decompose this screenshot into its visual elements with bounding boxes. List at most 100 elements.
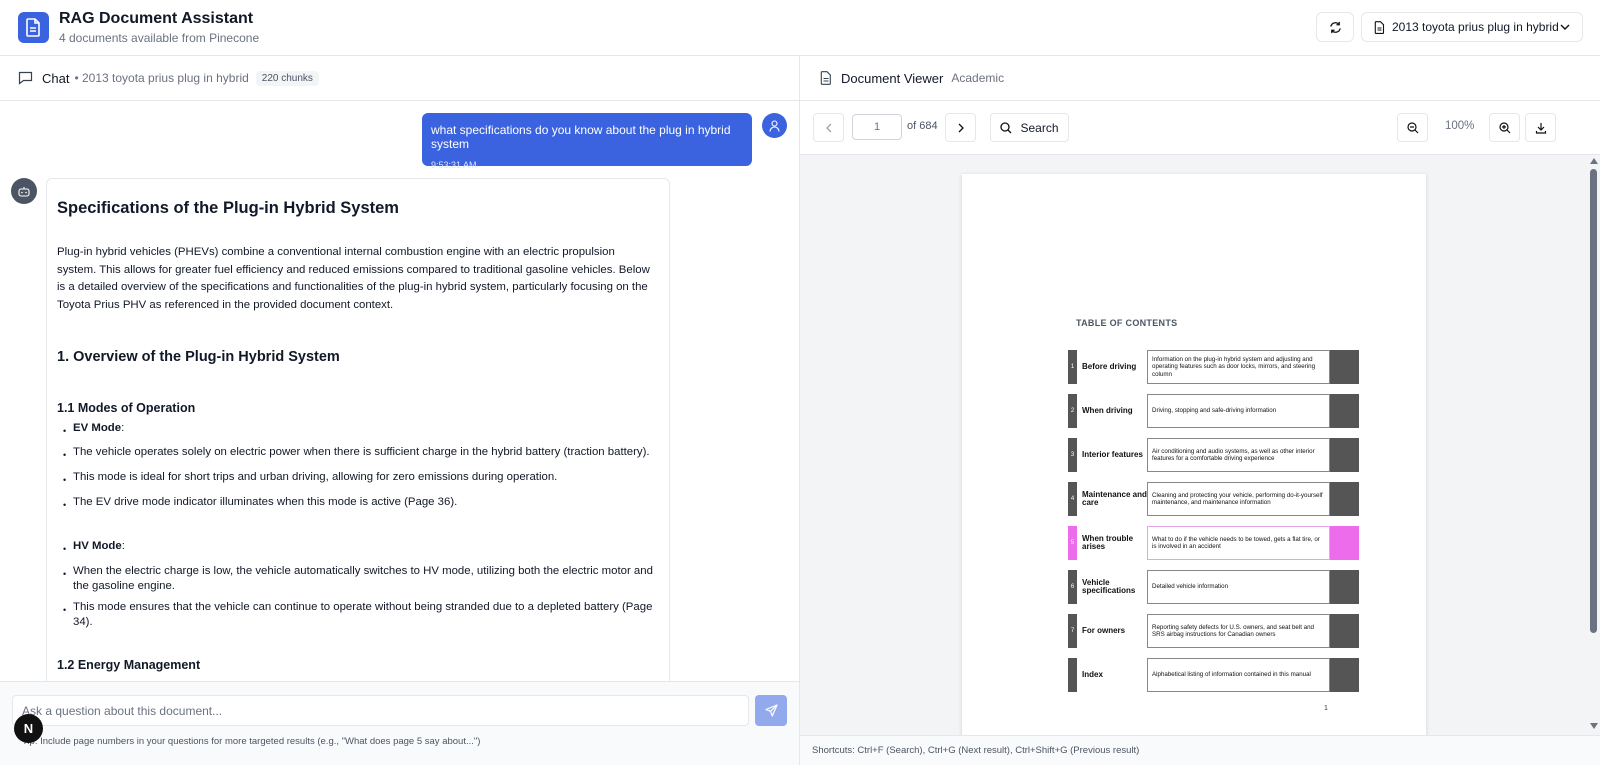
scroll-up-icon[interactable]	[1590, 158, 1598, 164]
toc-row-highlighted[interactable]: 5 When trouble arises What to do if the …	[1068, 526, 1362, 560]
response-subheading: 1.1 Modes of Operation	[57, 401, 196, 415]
pdf-page: TABLE OF CONTENTS 1 Before driving Infor…	[962, 174, 1426, 735]
toc-number: 1	[1068, 350, 1077, 384]
toc-number: 7	[1068, 614, 1077, 648]
toc-row[interactable]: 4 Maintenance and care Cleaning and prot…	[1068, 482, 1362, 516]
pdf-page-number: 1	[1324, 705, 1328, 712]
toc-number: 4	[1068, 482, 1077, 516]
response-section-heading: 1. Overview of the Plug-in Hybrid System	[57, 349, 340, 365]
message-list[interactable]: what specifications do you know about th…	[0, 101, 799, 681]
toc-tab	[1330, 614, 1359, 648]
tip-text: Tip: Include page numbers in your questi…	[22, 736, 481, 747]
zoom-in-icon	[1498, 121, 1510, 133]
zoom-in-button[interactable]	[1489, 113, 1520, 142]
shortcuts-bar: Shortcuts: Ctrl+F (Search), Ctrl+G (Next…	[800, 735, 1600, 765]
user-avatar	[762, 113, 787, 138]
list-item: EV Mode:	[63, 421, 653, 439]
file-icon	[820, 71, 831, 85]
search-button[interactable]: Search	[990, 113, 1069, 142]
document-scrollbar[interactable]	[1588, 155, 1600, 735]
document-viewer-panel: Document Viewer Academic of 684 Search 1…	[800, 56, 1600, 765]
chat-bubble-icon	[18, 71, 33, 85]
toc-row[interactable]: Index Alphabetical listing of informatio…	[1068, 658, 1362, 692]
zoom-out-icon	[1406, 121, 1418, 133]
toc-row[interactable]: 3 Interior features Air conditioning and…	[1068, 438, 1362, 472]
list-item: When the electric charge is low, the veh…	[63, 564, 653, 594]
chat-title: Chat	[42, 70, 70, 86]
viewer-title: Document Viewer	[841, 70, 944, 86]
refresh-button[interactable]	[1316, 12, 1354, 42]
viewer-header: Document Viewer Academic	[800, 56, 1600, 101]
toc-description: Cleaning and protecting your vehicle, pe…	[1147, 482, 1330, 516]
toc-number: 3	[1068, 438, 1077, 472]
list-item: This mode is ideal for short trips and u…	[63, 470, 653, 488]
bot-icon	[18, 186, 30, 197]
app-subtitle: 4 documents available from Pinecone	[59, 31, 260, 45]
toc-number: 6	[1068, 570, 1077, 604]
document-select-label: 2013 toyota prius plug in hybrid	[1392, 20, 1559, 34]
toc-label: When driving	[1082, 405, 1133, 415]
app-header: RAG Document Assistant 4 documents avail…	[0, 0, 1600, 56]
zoom-out-button[interactable]	[1397, 113, 1428, 142]
chat-document-name: • 2013 toyota prius plug in hybrid	[74, 71, 249, 85]
toc-tab	[1330, 350, 1359, 384]
response-intro: Plug-in hybrid vehicles (PHEVs) combine …	[57, 246, 650, 311]
page-number-input[interactable]	[852, 114, 902, 140]
chat-input[interactable]	[12, 695, 749, 726]
toc-row[interactable]: 7 For owners Reporting safety defects fo…	[1068, 614, 1362, 648]
toc-tab	[1330, 658, 1359, 692]
list-item: The vehicle operates solely on electric …	[63, 445, 653, 463]
scroll-down-icon[interactable]	[1590, 723, 1598, 729]
toc-row[interactable]: 6 Vehicle specifications Detailed vehicl…	[1068, 570, 1362, 604]
send-icon	[764, 704, 778, 717]
toc-number: 2	[1068, 394, 1077, 428]
previous-page-button[interactable]	[813, 113, 844, 142]
page-total: of 684	[907, 120, 938, 132]
search-label: Search	[1020, 120, 1059, 135]
download-icon	[1535, 122, 1546, 134]
download-button[interactable]	[1525, 113, 1556, 142]
toc-description: Information on the plug-in hybrid system…	[1147, 350, 1330, 384]
toc-tab	[1330, 526, 1359, 560]
assistant-message: Specifications of the Plug-in Hybrid Sys…	[46, 178, 670, 681]
document-logo-icon	[18, 12, 49, 43]
toc-label: For owners	[1082, 625, 1126, 635]
toc-label: Vehicle specifications	[1082, 577, 1136, 595]
chevron-down-icon	[1560, 24, 1570, 30]
document-select[interactable]: 2013 toyota prius plug in hybrid	[1361, 12, 1583, 42]
user-icon	[769, 119, 780, 132]
chat-panel: Chat • 2013 toyota prius plug in hybrid …	[0, 56, 800, 765]
next-page-button[interactable]	[945, 113, 976, 142]
refresh-icon	[1329, 21, 1341, 33]
viewer-mode: Academic	[951, 71, 1005, 85]
toc-tab	[1330, 482, 1359, 516]
toc-label: Interior features	[1082, 449, 1143, 459]
toc-description: Driving, stopping and safe-driving infor…	[1147, 394, 1330, 428]
assistant-avatar	[11, 178, 37, 204]
send-button[interactable]	[755, 695, 787, 726]
app-title: RAG Document Assistant	[59, 10, 254, 27]
search-icon	[1000, 121, 1012, 133]
toc-label: Before driving	[1082, 361, 1137, 371]
list-item: This mode ensures that the vehicle can c…	[63, 600, 653, 630]
list-item: The EV drive mode indicator illuminates …	[63, 495, 653, 513]
toc-row[interactable]: 1 Before driving Information on the plug…	[1068, 350, 1362, 384]
toc-row[interactable]: 2 When driving Driving, stopping and saf…	[1068, 394, 1362, 428]
toc-description: Air conditioning and audio systems, as w…	[1147, 438, 1330, 472]
toc-label: When trouble arises	[1082, 533, 1134, 551]
toc-tab	[1330, 394, 1359, 428]
chevron-left-icon	[825, 123, 831, 132]
toc-tab	[1330, 438, 1359, 472]
ev-mode-label: EV Mode	[73, 422, 122, 434]
document-canvas[interactable]: TABLE OF CONTENTS 1 Before driving Infor…	[800, 155, 1600, 735]
zoom-level: 100%	[1445, 120, 1475, 132]
response-subheading: 1.2 Energy Management	[57, 658, 201, 672]
toc-description: Detailed vehicle information	[1147, 570, 1330, 604]
scrollbar-thumb[interactable]	[1590, 169, 1597, 633]
next-logo-icon[interactable]: N	[14, 714, 43, 743]
chunk-count-badge: 220 chunks	[255, 70, 319, 86]
toc-tab	[1330, 570, 1359, 604]
chat-composer: Tip: Include page numbers in your questi…	[0, 681, 799, 765]
toc-description: What to do if the vehicle needs to be to…	[1147, 526, 1330, 560]
chevron-right-icon	[958, 123, 964, 132]
